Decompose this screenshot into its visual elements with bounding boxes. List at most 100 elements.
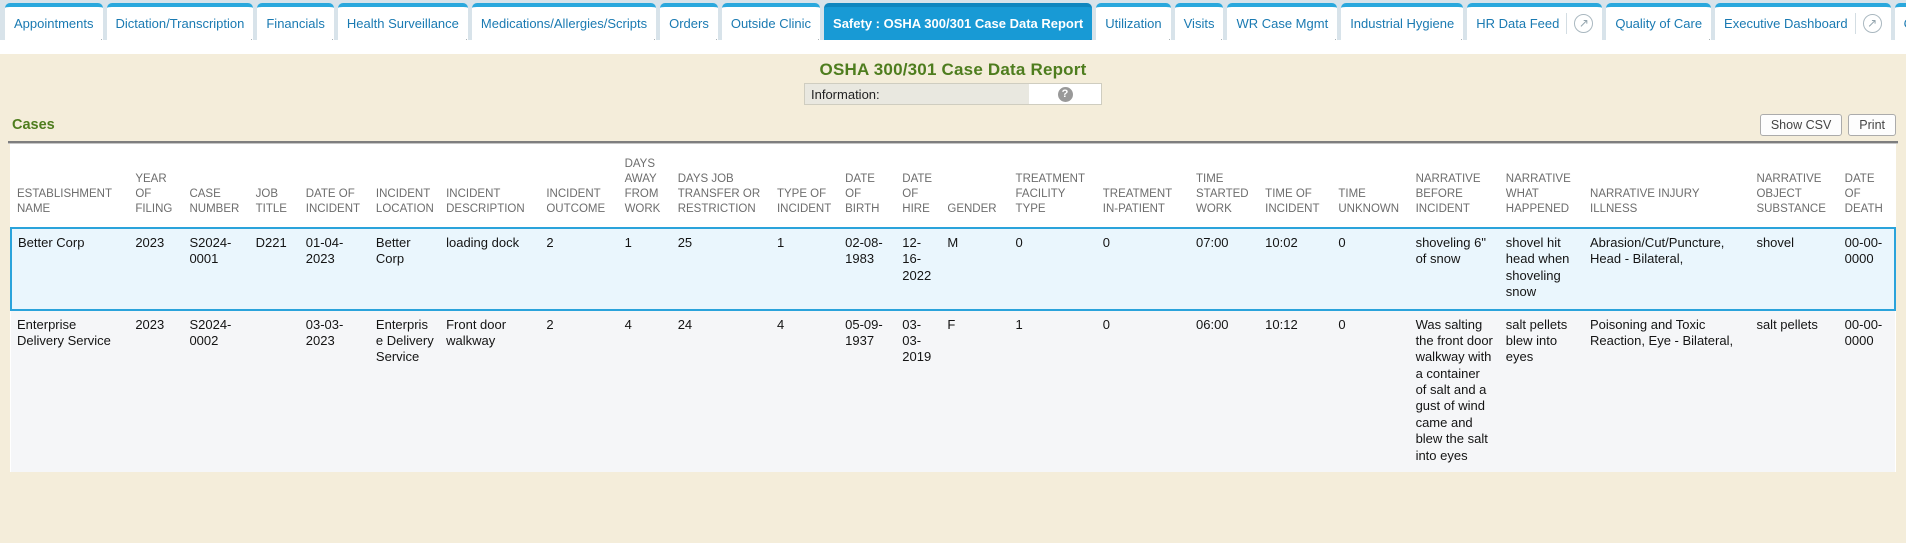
table-cell: 4	[619, 310, 672, 472]
tab-menu-caret-icon	[462, 39, 467, 40]
tab-c[interactable]: C	[1895, 3, 1906, 40]
external-link-icon[interactable]: ↗	[1574, 14, 1593, 33]
cases-section-title: Cases	[12, 117, 55, 133]
tab-quality-of-care[interactable]: Quality of Care	[1606, 3, 1711, 40]
tab-label: Orders	[669, 16, 709, 31]
report-page: OSHA 300/301 Case Data Report Informatio…	[0, 54, 1906, 472]
table-cell: 10:02	[1259, 228, 1332, 310]
tab-appointments[interactable]: Appointments	[5, 3, 103, 40]
column-header-treatment-in-patient: TREATMENT IN-PATIENT	[1097, 144, 1190, 228]
tab-health-surveillance[interactable]: Health Surveillance	[338, 3, 468, 40]
tab-menu-caret-icon	[814, 39, 819, 40]
column-header-date-of-birth: DATE OF BIRTH	[839, 144, 896, 228]
table-cell: 00-00-0000	[1839, 228, 1895, 310]
table-cell: Was salting the front door walkway with …	[1410, 310, 1500, 472]
tab-outside-clinic[interactable]: Outside Clinic	[722, 3, 820, 40]
table-cell: S2024-0001	[183, 228, 249, 310]
column-header-time-started-work: TIME STARTED WORK	[1190, 144, 1259, 228]
table-cell: 0	[1010, 228, 1097, 310]
table-cell: 1	[619, 228, 672, 310]
table-cell: 10:12	[1259, 310, 1332, 472]
tab-medications-allergies-scripts[interactable]: Medications/Allergies/Scripts	[472, 3, 656, 40]
tab-menu-caret-icon	[1331, 39, 1336, 40]
table-cell: 0	[1332, 310, 1409, 472]
tabbar-underline	[0, 40, 1906, 54]
column-header-type-of-incident: TYPE OF INCIDENT	[771, 144, 839, 228]
table-cell: 06:00	[1190, 310, 1259, 472]
cases-toolbar-buttons: Show CSV Print	[1760, 114, 1896, 136]
tab-wr-case-mgmt[interactable]: WR Case Mgmt	[1227, 3, 1337, 40]
table-cell: 07:00	[1190, 228, 1259, 310]
information-bar: Information: ?	[804, 83, 1102, 105]
tab-label: WR Case Mgmt	[1236, 16, 1328, 31]
module-tabbar: Appointments Dictation/Transcription Finan…	[0, 0, 1906, 40]
tab-visits[interactable]: Visits	[1175, 3, 1224, 40]
tab-safety-osha-300-301-case-data-report[interactable]: Safety : OSHA 300/301 Case Data Report	[824, 3, 1092, 40]
table-cell: 0	[1097, 310, 1190, 472]
table-cell: Enterprise Delivery Service	[11, 310, 129, 472]
tab-separator	[1566, 13, 1567, 34]
tab-menu-caret-icon	[97, 39, 102, 40]
column-header-time-of-incident: TIME OF INCIDENT	[1259, 144, 1332, 228]
column-header-treatment-facility-type: TREATMENT FACILITY TYPE	[1010, 144, 1097, 228]
column-header-incident-description: INCIDENT DESCRIPTION	[440, 144, 540, 228]
tab-menu-caret-icon	[1217, 39, 1222, 40]
tab-financials[interactable]: Financials	[257, 3, 334, 40]
table-cell: Better Corp	[370, 228, 440, 310]
print-button[interactable]: Print	[1848, 114, 1896, 136]
table-cell: shovel hit head when shoveling snow	[1500, 228, 1584, 310]
table-cell: 12-16-2022	[896, 228, 941, 310]
table-cell: 2	[540, 310, 618, 472]
tab-label: Appointments	[14, 16, 94, 31]
column-header-narrative-injury-illness: NARRATIVE INJURY ILLNESS	[1584, 144, 1750, 228]
tab-industrial-hygiene[interactable]: Industrial Hygiene	[1341, 3, 1463, 40]
table-cell: F	[941, 310, 1009, 472]
table-cell: M	[941, 228, 1009, 310]
table-cell: salt pellets blew into eyes	[1500, 310, 1584, 472]
column-header-year-of-filing: YEAR OF FILING	[129, 144, 183, 228]
table-cell	[250, 310, 300, 472]
external-link-icon[interactable]: ↗	[1863, 14, 1882, 33]
table-cell: 25	[672, 228, 771, 310]
column-header-gender: GENDER	[941, 144, 1009, 228]
tab-utilization[interactable]: Utilization	[1096, 3, 1170, 40]
tab-label: Outside Clinic	[731, 16, 811, 31]
table-row[interactable]: Enterprise Delivery Service2023S2024-000…	[11, 310, 1895, 472]
tab-dictation-transcription[interactable]: Dictation/Transcription	[107, 3, 254, 40]
tab-label: Safety : OSHA 300/301 Case Data Report	[833, 16, 1083, 31]
table-cell: Poisoning and Toxic Reaction, Eye - Bila…	[1584, 310, 1750, 472]
cases-table: ESTABLISHMENT NAMEYEAR OF FILINGCASE NUM…	[10, 144, 1896, 472]
tab-executive-dashboard[interactable]: Executive Dashboard ↗	[1715, 3, 1891, 40]
show-csv-button[interactable]: Show CSV	[1760, 114, 1842, 136]
information-label: Information:	[805, 84, 1029, 104]
column-header-case-number: CASE NUMBER	[183, 144, 249, 228]
table-row[interactable]: Better Corp2023S2024-0001D22101-04-2023B…	[11, 228, 1895, 310]
column-header-days-away-from-work: DAYS AWAY FROM WORK	[619, 144, 672, 228]
tab-hr-data-feed[interactable]: HR Data Feed↗	[1467, 3, 1602, 40]
table-cell: salt pellets	[1750, 310, 1838, 472]
table-cell: 03-03-2019	[896, 310, 941, 472]
tab-label: Executive Dashboard	[1724, 16, 1848, 31]
report-header: OSHA 300/301 Case Data Report Informatio…	[0, 54, 1906, 105]
table-cell: 05-09-1937	[839, 310, 896, 472]
table-cell: 0	[1332, 228, 1409, 310]
table-cell: 2	[540, 228, 618, 310]
tab-label: Financials	[266, 16, 325, 31]
table-cell: shoveling 6" of snow	[1410, 228, 1500, 310]
column-header-narrative-object-substance: NARRATIVE OBJECT SUBSTANCE	[1750, 144, 1838, 228]
table-header-row: ESTABLISHMENT NAMEYEAR OF FILINGCASE NUM…	[11, 144, 1895, 228]
table-cell: 02-08-1983	[839, 228, 896, 310]
column-header-date-of-death: DATE OF DEATH	[1839, 144, 1895, 228]
page-title: OSHA 300/301 Case Data Report	[0, 60, 1906, 80]
tab-menu-caret-icon	[1705, 39, 1710, 40]
tab-orders[interactable]: Orders	[660, 3, 718, 40]
table-cell: Front door walkway	[440, 310, 540, 472]
table-cell: S2024-0002	[183, 310, 249, 472]
tab-menu-caret-icon	[247, 39, 252, 40]
tab-menu-caret-icon	[328, 39, 333, 40]
table-cell: 24	[672, 310, 771, 472]
help-icon[interactable]: ?	[1058, 87, 1073, 102]
table-cell: 1	[771, 228, 839, 310]
tab-label: Health Surveillance	[347, 16, 459, 31]
tab-menu-caret-icon	[1086, 39, 1091, 40]
